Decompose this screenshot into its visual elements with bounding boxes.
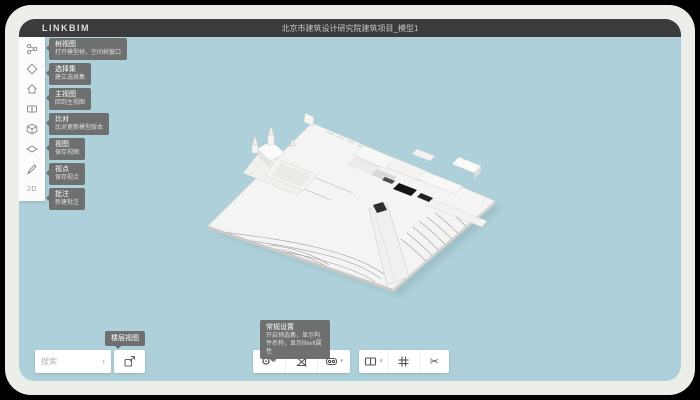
search-box: › [35, 350, 111, 373]
display-toolbar: ∨ ✂ [359, 350, 449, 373]
selection-set-icon [26, 63, 38, 75]
chevron-down-icon: ∨ [379, 359, 383, 364]
model-tree-icon [26, 43, 38, 55]
sidebar-tooltips: 树视图 打开模型树，空间树窗口 选择集 建立选择集 主视图 回到主视图 比对 比… [49, 38, 127, 210]
viewpoint-icon [26, 143, 38, 155]
sidebar-item-viewpoint[interactable] [19, 139, 45, 159]
tooltip-viewpoint: 视点 保存视点 [49, 163, 85, 185]
tooltip-selection-set: 选择集 建立选择集 [49, 63, 91, 85]
grid-axis-button[interactable] [388, 350, 418, 373]
annotation-icon [26, 163, 38, 175]
sidebar-item-2d-mode[interactable]: 2D [19, 179, 45, 199]
floor-views-tooltip: 楼层视图 [105, 331, 145, 346]
tooltip-model-tree: 树视图 打开模型树，空间树窗口 [49, 38, 127, 60]
search-input[interactable] [41, 357, 102, 366]
saved-views-icon [26, 123, 38, 135]
home-view-icon [26, 83, 38, 95]
top-bar: LINKBIM 北京市建筑设计研究院建筑项目_模型1 [19, 19, 681, 37]
tooltip-compare: 比对 比对更新模型版本 [49, 113, 109, 135]
floor-views-icon [123, 355, 136, 368]
chevron-down-icon: ∨ [340, 359, 344, 364]
device-frame: LINKBIM 北京市建筑设计研究院建筑项目_模型1 [5, 5, 695, 395]
sidebar-item-selection-set[interactable] [19, 59, 45, 79]
tooltip-home-view: 主视图 回到主视图 [49, 88, 91, 110]
sidebar-item-annotation[interactable] [19, 159, 45, 179]
sidebar-item-compare[interactable] [19, 99, 45, 119]
compare-icon [26, 103, 38, 115]
viewport-layout-button[interactable]: ∨ [359, 350, 388, 373]
project-title: 北京市建筑设计研究院建筑项目_模型1 [19, 23, 681, 34]
sidebar-item-saved-views[interactable] [19, 119, 45, 139]
sidebar-item-model-tree[interactable] [19, 39, 45, 59]
tool-sidebar: 2D [19, 37, 45, 201]
mode-2d-label: 2D [27, 186, 37, 193]
settings-tooltip-title: 常规设置 [266, 323, 324, 332]
general-settings-tooltip: 常规设置 开启预选集，显示构件名称，显示Revit属性 [260, 320, 330, 359]
app-window: LINKBIM 北京市建筑设计研究院建筑项目_模型1 [19, 19, 681, 381]
search-submit-chevron[interactable]: › [102, 357, 105, 366]
viewport-split-icon [364, 355, 377, 368]
grid-icon [397, 355, 410, 368]
tooltip-saved-views: 视图 保存视图 [49, 138, 85, 160]
floor-views-button[interactable] [114, 350, 145, 373]
section-cut-button[interactable]: ✂ [419, 350, 449, 373]
scissors-icon: ✂ [430, 356, 439, 367]
settings-tooltip-desc: 开启预选集，显示构件名称，显示Revit属性 [266, 332, 324, 356]
tooltip-annotation: 批注 新建批注 [49, 188, 85, 210]
sidebar-item-home-view[interactable] [19, 79, 45, 99]
